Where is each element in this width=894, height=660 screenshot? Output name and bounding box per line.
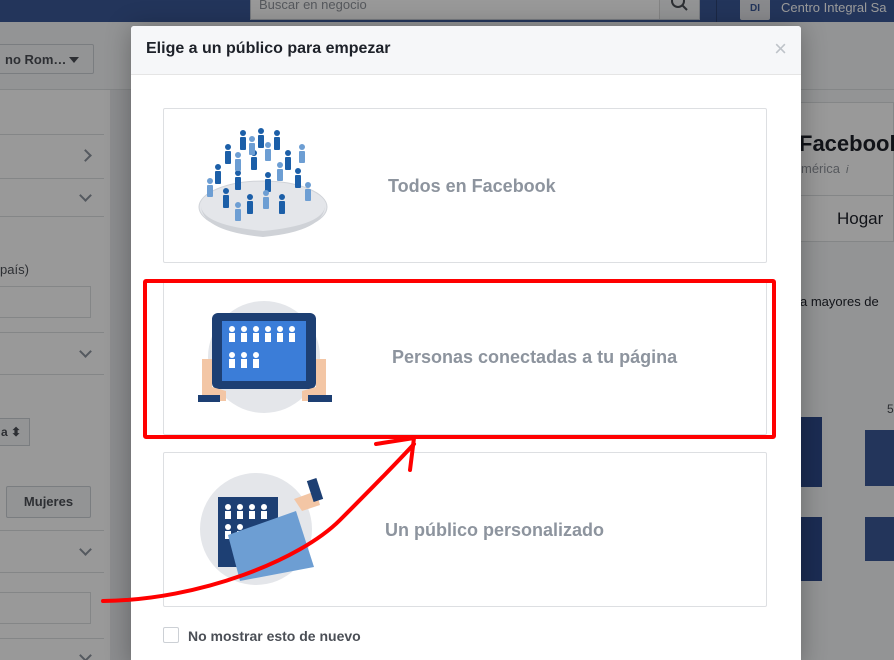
dont-show-again-checkbox[interactable]: [163, 627, 179, 643]
option-everyone-on-facebook[interactable]: Todos en Facebook: [163, 108, 767, 263]
choose-audience-dialog: Elige a un público para empezar × Todos …: [131, 26, 801, 660]
option-label: Personas conectadas a tu página: [392, 347, 678, 367]
tablet-audience-icon: [198, 301, 332, 413]
folder-audience-icon: [200, 473, 324, 585]
dont-show-again-label: No mostrar esto de nuevo: [188, 628, 361, 644]
close-icon[interactable]: ×: [774, 38, 787, 60]
crowd-globe-icon: [198, 128, 328, 237]
option-custom-audience[interactable]: Un público personalizado: [163, 452, 767, 607]
dialog-title: Elige a un público para empezar: [146, 40, 391, 57]
option-label: Todos en Facebook: [388, 176, 556, 196]
option-label: Un público personalizado: [385, 520, 605, 540]
dialog-header: Elige a un público para empezar ×: [131, 26, 801, 75]
option-people-connected-to-page[interactable]: Personas conectadas a tu página: [163, 280, 767, 435]
